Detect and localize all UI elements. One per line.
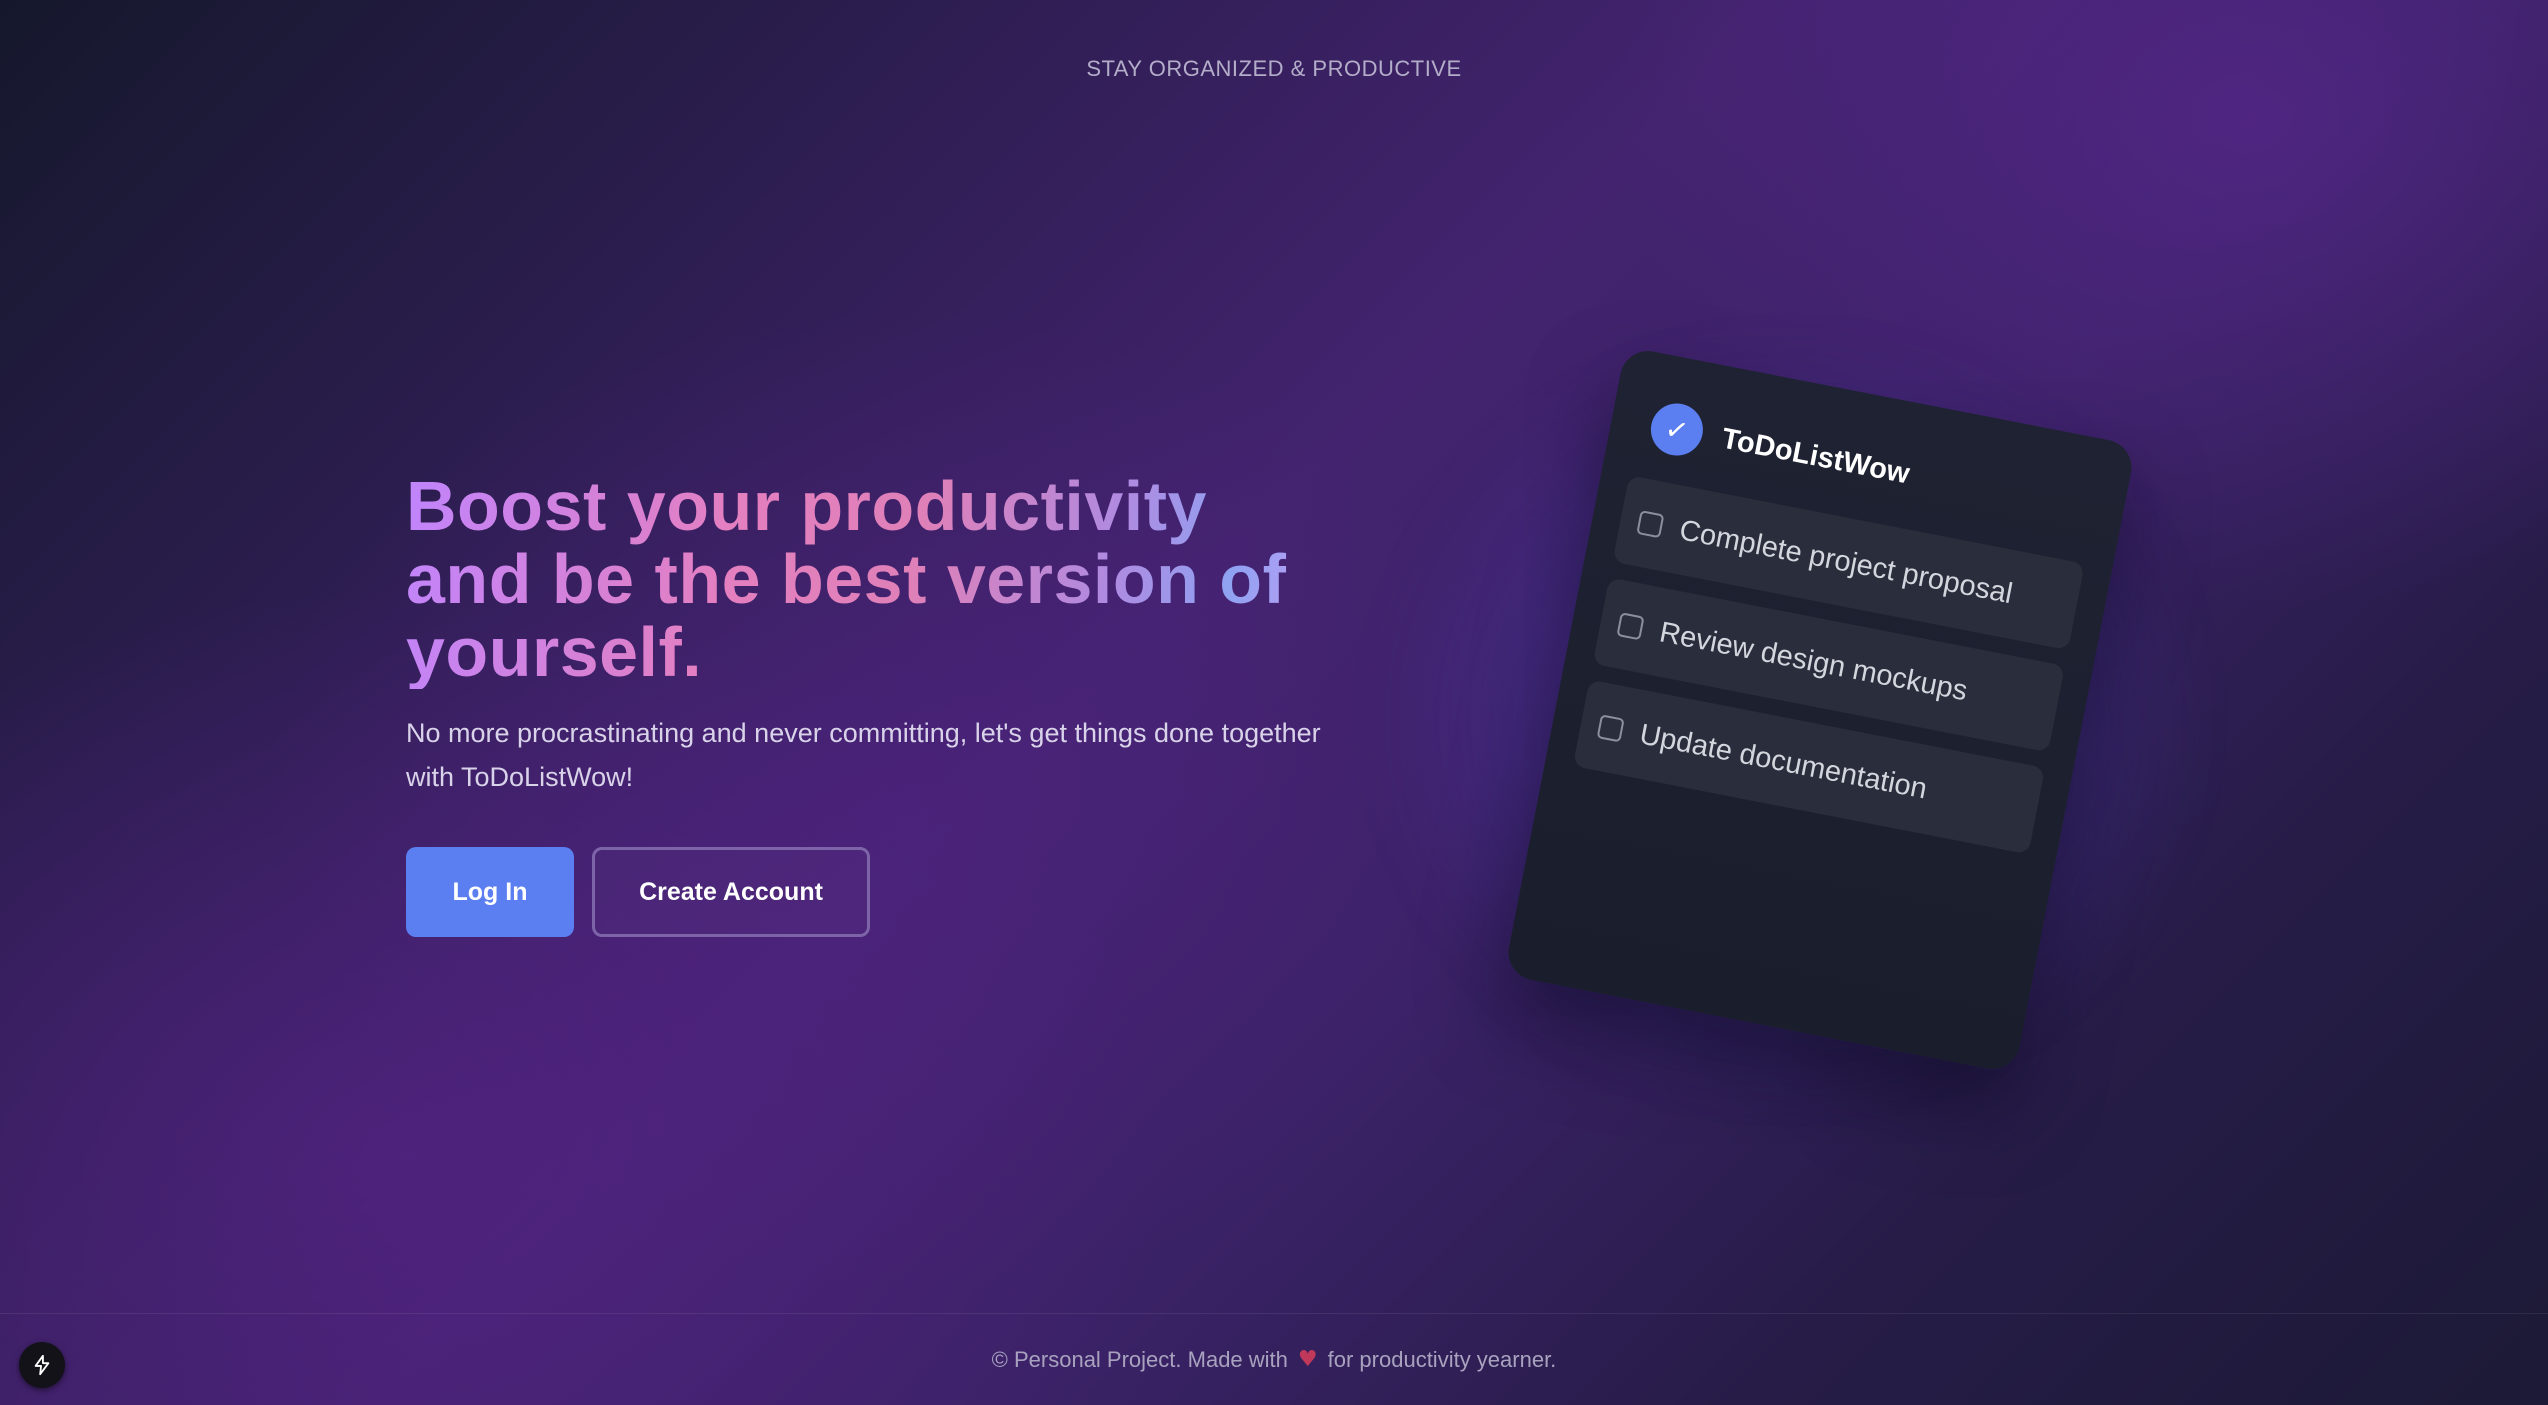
footer-text-before: © Personal Project. Made with bbox=[991, 1346, 1288, 1372]
hero-section: Boost your productivity and be the best … bbox=[406, 470, 1346, 937]
footer-text-after: for productivity yearner. bbox=[1327, 1346, 1557, 1372]
create-account-button[interactable]: Create Account bbox=[592, 847, 870, 937]
hero-headline: Boost your productivity and be the best … bbox=[406, 470, 1326, 689]
task-label: Update documentation bbox=[1637, 717, 1930, 806]
footer: © Personal Project. Made with ♥ for prod… bbox=[0, 1313, 2548, 1405]
hero-subtext: No more procrastinating and never commit… bbox=[406, 718, 1321, 792]
checkbox-icon bbox=[1596, 714, 1625, 743]
hero-actions: Log In Create Account bbox=[406, 847, 1346, 937]
tagline: STAY ORGANIZED & PRODUCTIVE bbox=[1086, 56, 1462, 81]
login-button[interactable]: Log In bbox=[406, 847, 574, 937]
checkmark-icon: ✓ bbox=[1646, 399, 1708, 461]
lightning-bolt-icon bbox=[34, 1354, 50, 1376]
card-app-name: ToDoListWow bbox=[1719, 422, 1913, 490]
checkbox-icon bbox=[1636, 510, 1665, 539]
task-label: Complete project proposal bbox=[1676, 513, 2016, 610]
dev-tools-button[interactable] bbox=[19, 1342, 65, 1388]
checkbox-icon bbox=[1616, 612, 1645, 641]
heart-icon: ♥ bbox=[1297, 1347, 1318, 1372]
task-label: Review design mockups bbox=[1656, 615, 1971, 707]
